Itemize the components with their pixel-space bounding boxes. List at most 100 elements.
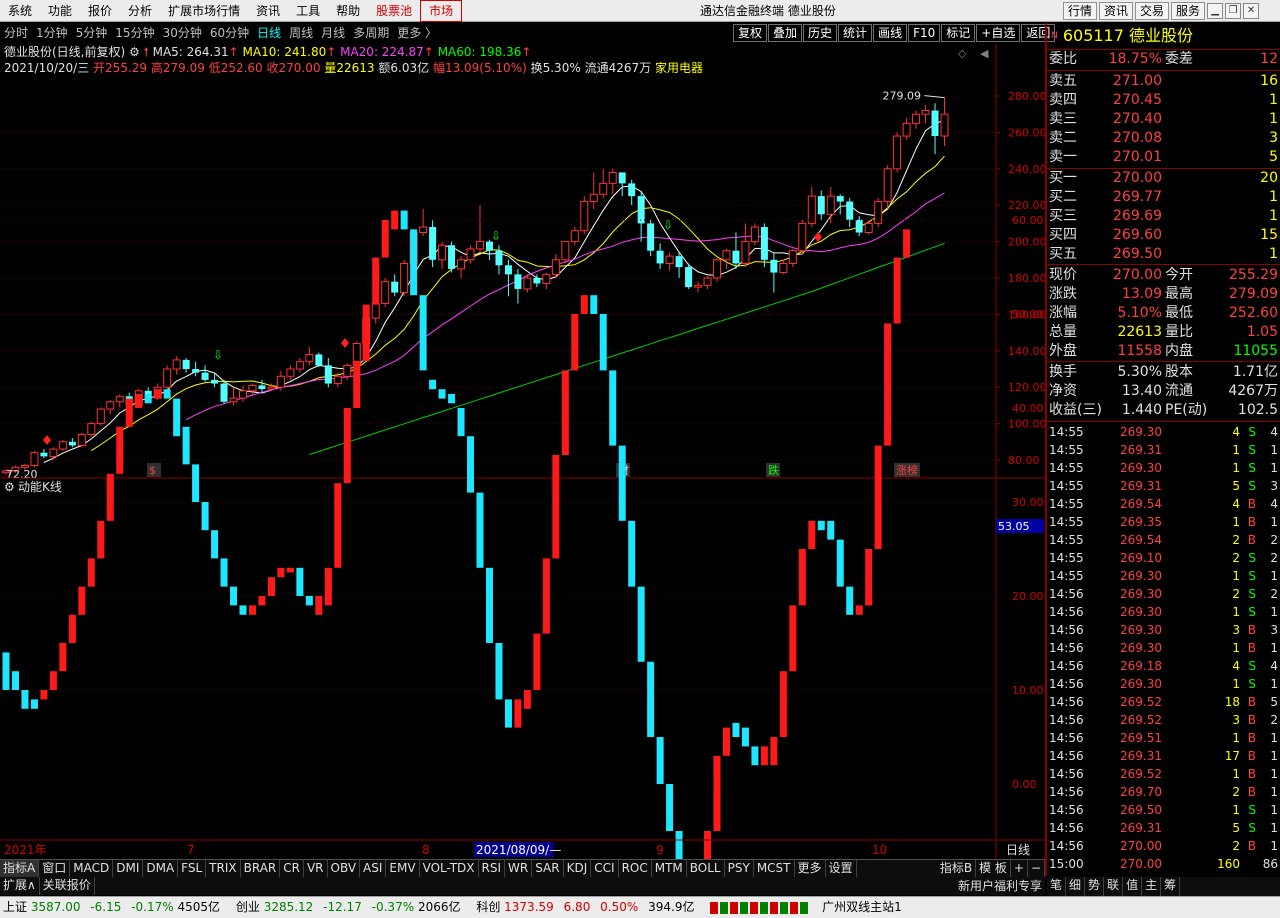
f10-button[interactable]: F10	[908, 24, 941, 42]
menu-info[interactable]: 资讯	[248, 0, 288, 22]
indicator-tab-20[interactable]: MTM	[652, 860, 687, 877]
news-button[interactable]: 资讯	[1099, 2, 1134, 20]
indicator-tab-0[interactable]: 指标A	[0, 860, 40, 877]
indicator-tab-8[interactable]: CR	[280, 860, 304, 877]
chart-diamond-icon[interactable]: ◇	[958, 47, 967, 60]
tab-15min[interactable]: 15分钟	[111, 23, 158, 43]
indicator-tab-19[interactable]: ROC	[619, 860, 652, 877]
mark-button[interactable]: 标记	[941, 24, 976, 42]
indicator-tab-24[interactable]: 更多	[795, 860, 826, 877]
restore-icon[interactable]: ❐	[1225, 3, 1242, 19]
chart-area[interactable]: 280.00260.00240.00220.00200.00180.00160.…	[0, 43, 1045, 859]
tab-chips[interactable]: 筹	[1161, 877, 1181, 896]
menu-market[interactable]: 市场	[420, 0, 463, 22]
indicator-tab-10[interactable]: OBV	[328, 860, 361, 877]
tab-value[interactable]: 值	[1123, 877, 1143, 896]
indicator-tab-12[interactable]: EMV	[386, 860, 420, 877]
close-icon[interactable]: ✕	[1243, 3, 1260, 19]
tick-row: 14:56 269.51 1 B 1	[1047, 729, 1280, 747]
indicator-tab-2[interactable]: MACD	[70, 860, 114, 877]
event-marker[interactable]: 跌	[768, 463, 779, 477]
indicator-tab-18[interactable]: CCI	[591, 860, 619, 877]
menu-tools[interactable]: 工具	[288, 0, 328, 22]
indicator-tab-23[interactable]: MCST	[754, 860, 795, 877]
tick-count: 1	[1270, 605, 1278, 619]
tick-row: 14:56 269.18 4 S 4	[1047, 657, 1280, 675]
promo-link[interactable]: 新用户福利专享	[958, 877, 1042, 896]
quote-value: 22613	[1117, 324, 1162, 340]
momentum-bar	[211, 530, 219, 559]
indicator-tab-21[interactable]: BOLL	[687, 860, 725, 877]
tab-1min[interactable]: 1分钟	[32, 23, 72, 43]
ext-toggle-tab[interactable]: 扩展∧	[0, 877, 40, 895]
quote-value: 5.10%	[1117, 305, 1162, 321]
tick-price: 269.31	[1120, 821, 1162, 835]
quote-row: 收益(三) 1.440 PE(动) 102.5	[1047, 401, 1280, 420]
indicator-tab-5[interactable]: FSL	[178, 860, 207, 877]
history-button[interactable]: 历史	[803, 24, 838, 42]
tab-multi-period[interactable]: 多周期	[349, 23, 393, 43]
indicator-settings-icon[interactable]: ⚙	[4, 480, 15, 494]
indicator-tab-6[interactable]: TRIX	[206, 860, 241, 877]
menu-function[interactable]: 功能	[40, 0, 80, 22]
indicator-tab-9[interactable]: VR	[304, 860, 328, 877]
tick-time: 14:56	[1049, 695, 1084, 709]
tick-row: 14:56 269.30 1 S 1	[1047, 603, 1280, 621]
menu-analysis[interactable]: 分析	[120, 0, 160, 22]
quote-button[interactable]: 行情	[1063, 2, 1098, 20]
indicator-tab-15[interactable]: WR	[505, 860, 533, 877]
indicator-right-tab-2[interactable]: +	[1011, 860, 1028, 877]
related-quote-tab[interactable]: 关联报价	[40, 877, 95, 895]
indicator-tab-11[interactable]: ASI	[360, 860, 387, 877]
event-marker[interactable]: $	[149, 464, 156, 477]
indicator-tab-13[interactable]: VOL-TDX	[420, 860, 479, 877]
tab-30min[interactable]: 30分钟	[159, 23, 206, 43]
menu-stock-pool[interactable]: 股票池	[368, 0, 420, 22]
adjust-button[interactable]: 复权	[733, 24, 768, 42]
indicator-tab-4[interactable]: DMA	[143, 860, 179, 877]
indicator-tab-22[interactable]: PSY	[725, 860, 754, 877]
tick-row: 14:56 269.31 5 S 1	[1047, 819, 1280, 837]
candle-body	[315, 354, 323, 366]
tab-linked[interactable]: 联	[1104, 877, 1124, 896]
add-watchlist-button[interactable]: +自选	[976, 24, 1021, 42]
indicator-tab-14[interactable]: RSI	[479, 860, 506, 877]
trade-button[interactable]: 交易	[1135, 2, 1170, 20]
tab-60min[interactable]: 60分钟	[206, 23, 253, 43]
menu-help[interactable]: 帮助	[328, 0, 368, 22]
tab-monthly[interactable]: 月线	[317, 23, 349, 43]
draw-button[interactable]: 画线	[873, 24, 908, 42]
indicator-right-tab-3[interactable]: −	[1028, 860, 1045, 877]
tab-daily[interactable]: 日线	[253, 23, 285, 43]
minimize-icon[interactable]: ▁	[1207, 3, 1224, 19]
menu-system[interactable]: 系统	[0, 0, 40, 22]
overlay-button[interactable]: 叠加	[768, 24, 803, 42]
tab-detail[interactable]: 细	[1066, 877, 1086, 896]
menu-quote[interactable]: 报价	[80, 0, 120, 22]
indicator-tab-3[interactable]: DMI	[113, 860, 144, 877]
momentum-bar	[324, 567, 332, 606]
chart-expand-icon[interactable]: ◀	[980, 47, 989, 60]
indicator-tab-7[interactable]: BRAR	[241, 860, 281, 877]
tab-main[interactable]: 主	[1142, 877, 1162, 896]
quote-label: 内盘	[1165, 343, 1193, 359]
indicator-tab-16[interactable]: SAR	[532, 860, 564, 877]
stats-button[interactable]: 统计	[838, 24, 873, 42]
tick-row: 14:55 269.10 2 S 2	[1047, 549, 1280, 567]
tab-intraday[interactable]: 分时	[0, 23, 32, 43]
indicator-right-tab-0[interactable]: 指标B	[937, 860, 977, 877]
tab-weekly[interactable]: 周线	[285, 23, 317, 43]
service-button[interactable]: 服务	[1171, 2, 1206, 20]
menu-ext-market[interactable]: 扩展市场行情	[160, 0, 248, 22]
tab-trend[interactable]: 势	[1085, 877, 1105, 896]
event-marker[interactable]: 涨榜	[896, 463, 918, 477]
tab-5min[interactable]: 5分钟	[72, 23, 112, 43]
momentum-bar	[789, 605, 797, 672]
tab-ticks[interactable]: 笔	[1047, 877, 1067, 896]
indicator-tab-25[interactable]: 设置	[826, 860, 857, 877]
indicator-right-tab-1[interactable]: 模 板	[976, 860, 1011, 877]
tab-more[interactable]: 更多 〉	[393, 23, 441, 43]
indicator-tab-1[interactable]: 窗口	[39, 860, 71, 877]
indicator-tab-17[interactable]: KDJ	[564, 860, 592, 877]
quote-row: 总量 22613 量比 1.05	[1047, 323, 1280, 342]
